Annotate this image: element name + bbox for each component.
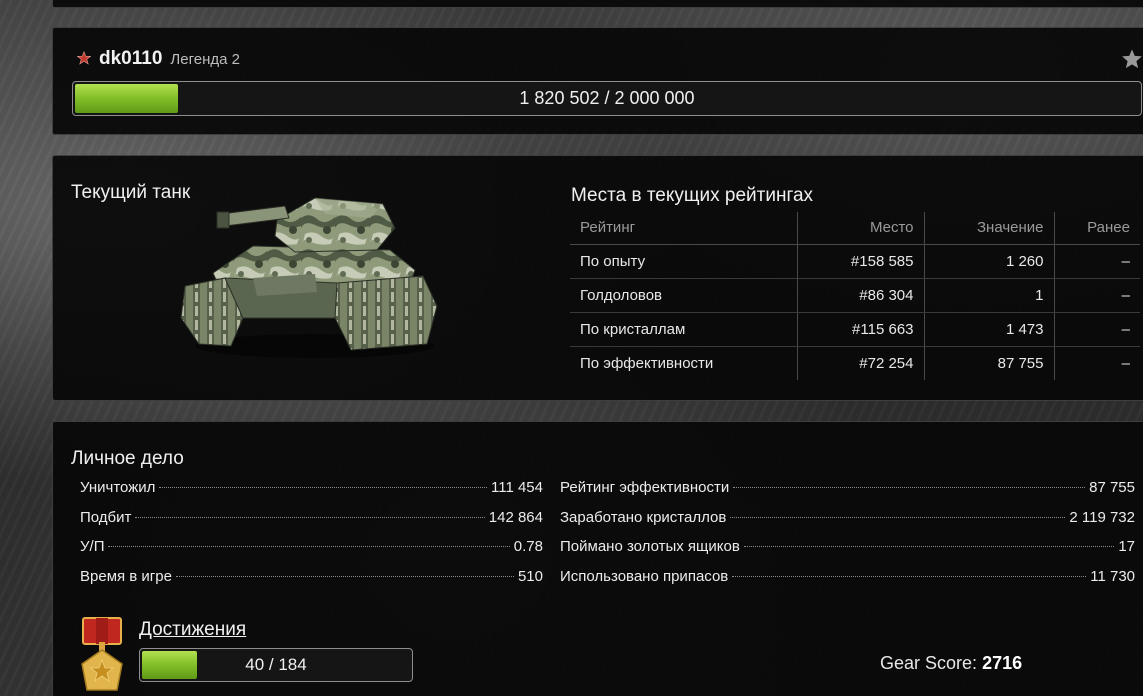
star-icon[interactable] (1121, 48, 1143, 70)
rank-title: Легенда 2 (170, 51, 240, 68)
achievements-progress-text: 40 / 184 (245, 655, 307, 674)
rating-name: Голдоловов (570, 278, 797, 313)
gear-score: Gear Score: 2716 (880, 653, 1022, 674)
stat-label: Время в игре (80, 567, 172, 585)
table-row: По опыту #158 585 1 260 – (570, 244, 1140, 279)
place-header[interactable]: Место (796, 212, 924, 245)
rating-place: #86 304 (796, 278, 924, 313)
stat-label: Заработано кристаллов (560, 508, 727, 526)
rating-header[interactable]: Рейтинг (570, 212, 797, 245)
stat-row: У/П 0.78 (80, 538, 543, 568)
stat-label: Использовано припасов (560, 567, 729, 585)
profile-header-panel: dk0110 Легенда 2 1 820 502 / 2 000 000 (52, 27, 1143, 135)
username: dk0110 (99, 48, 163, 69)
ratings-title: Места в текущих рейтингах (571, 185, 814, 206)
ratings-header-row: Рейтинг Место Значение Ранее (570, 212, 1140, 245)
tank-ratings-panel: Текущий танк Места в текущих рейтингах Р… (52, 155, 1143, 401)
stat-row: Рейтинг эффективности 87 755 (560, 479, 1135, 509)
stat-label: У/П (80, 538, 105, 555)
achievements-progress-bar: 40 / 184 (139, 648, 413, 682)
rating-name: По эффективности (580, 354, 714, 372)
stat-label: Подбит (80, 508, 132, 526)
dotted-leader (175, 575, 514, 577)
gear-score-value: 2716 (982, 653, 1023, 673)
username-row: dk0110 Легенда 2 (77, 48, 240, 70)
personal-record-title: Личное дело (71, 448, 184, 469)
stat-label: Рейтинг эффективности (560, 479, 730, 496)
stat-value: 111 454 (491, 479, 543, 496)
stat-value: 11 730 (1090, 567, 1135, 585)
stat-row: Уничтожил 111 454 (80, 479, 543, 509)
stat-row: Заработано кристаллов 2 119 732 (560, 509, 1135, 539)
gear-score-label: Gear Score: (880, 653, 978, 673)
stat-value: 2 119 732 (1069, 508, 1135, 526)
tank-image (180, 197, 438, 358)
rating-name: По опыту (570, 244, 797, 279)
table-row: Голдоловов #86 304 1 – (570, 278, 1140, 313)
table-row: По эффективности #72 254 87 755 – (570, 346, 1140, 380)
rating-place: #115 663 (796, 312, 924, 347)
stat-value: 510 (517, 567, 543, 585)
stat-value: 0.78 (513, 538, 543, 555)
top-panel-edge (52, 0, 1143, 8)
red-star-icon (77, 51, 91, 65)
dotted-leader (108, 546, 510, 547)
stats-left-column: Уничтожил 111 454 Подбит 142 864 У/П 0.7… (80, 479, 543, 597)
experience-progress-text: 1 820 502 / 2 000 000 (519, 88, 695, 108)
rating-value: 87 755 (923, 346, 1054, 380)
stats-right-column: Рейтинг эффективности 87 755 Заработано … (560, 479, 1135, 597)
medal-icon[interactable] (79, 616, 125, 696)
stat-row: Использовано припасов 11 730 (560, 568, 1135, 598)
experience-progress-bar: 1 820 502 / 2 000 000 (72, 81, 1142, 116)
ratings-table: Рейтинг Место Значение Ранее По опыту #1… (570, 212, 1140, 380)
rating-value: 1 473 (923, 312, 1054, 347)
rating-before: – (1053, 244, 1140, 279)
stat-value: 142 864 (488, 508, 543, 526)
value-header[interactable]: Значение (923, 212, 1054, 245)
rating-before: – (1053, 278, 1140, 313)
rating-value: 1 (923, 278, 1054, 313)
rating-name: По кристаллам (570, 312, 797, 347)
stat-value: 87 755 (1089, 479, 1135, 496)
rating-before: – (1053, 346, 1140, 380)
rating-before: – (1053, 312, 1140, 347)
rating-place: #72 254 (796, 346, 924, 380)
table-row: По кристаллам #115 663 1 473 – (570, 312, 1140, 347)
personal-record-panel: Личное дело Уничтожил 111 454 Подбит 142… (52, 421, 1143, 696)
dotted-leader (135, 516, 485, 518)
dotted-leader (730, 516, 1066, 518)
dotted-leader (733, 487, 1086, 488)
before-header[interactable]: Ранее (1053, 212, 1140, 245)
stat-row: Время в игре 510 (80, 568, 543, 598)
dotted-leader (732, 575, 1087, 577)
achievements-link[interactable]: Достижения (139, 619, 246, 641)
stat-row: Подбит 142 864 (80, 509, 543, 539)
stat-label: Поймано золотых ящиков (560, 538, 740, 555)
dotted-leader (159, 487, 487, 488)
rating-value: 1 260 (923, 244, 1054, 279)
dotted-leader (743, 546, 1115, 547)
stat-value: 17 (1118, 538, 1135, 555)
stat-row: Поймано золотых ящиков 17 (560, 538, 1135, 568)
rating-place: #158 585 (796, 244, 924, 279)
stat-label: Уничтожил (80, 479, 156, 496)
